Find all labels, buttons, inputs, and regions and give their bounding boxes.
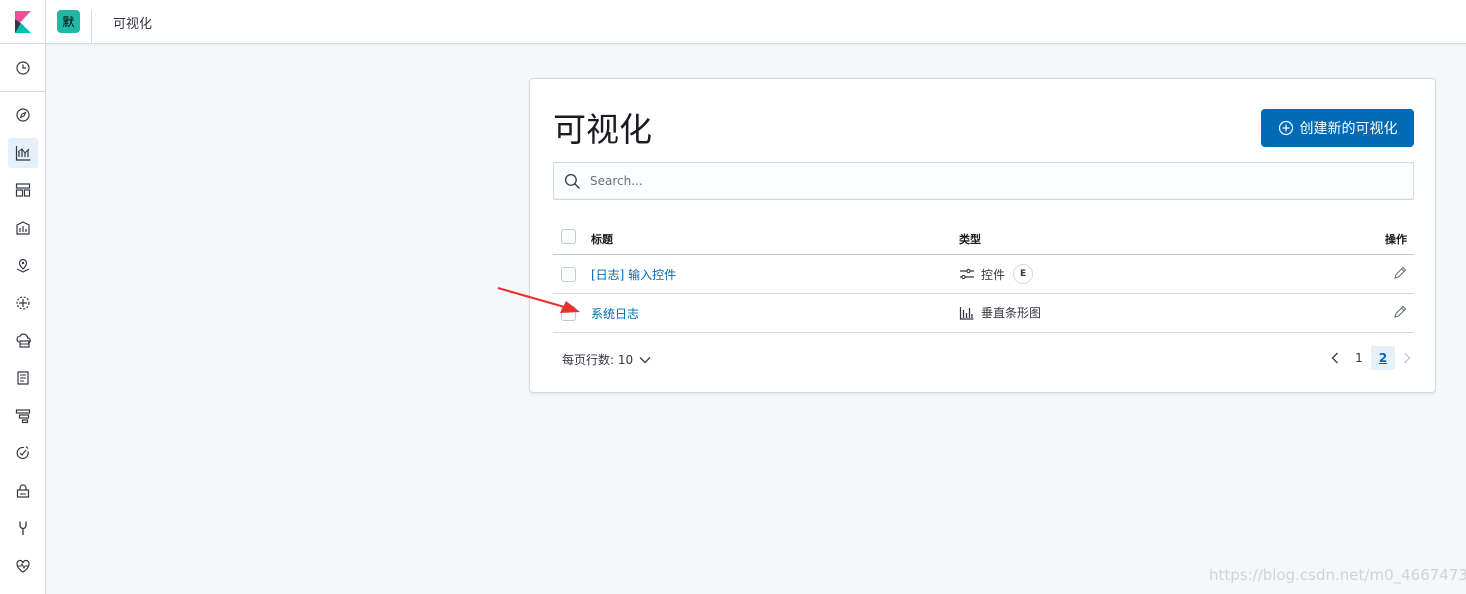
plus-circle-icon (1278, 120, 1293, 136)
recent-icon[interactable] (8, 53, 38, 83)
pencil-icon (1394, 305, 1407, 318)
header-title[interactable]: 标题 (591, 231, 613, 247)
search-field[interactable] (553, 162, 1414, 200)
apm-icon[interactable] (8, 401, 38, 431)
space-avatar[interactable]: 默 (57, 10, 80, 33)
table-row: 系统日志 垂直条形图 (553, 294, 1414, 333)
nav-divider (0, 91, 46, 92)
header-type[interactable]: 类型 (959, 231, 981, 247)
page-title: 可视化 (553, 110, 652, 149)
create-visualization-button[interactable]: 创建新的可视化 (1261, 109, 1414, 147)
canvas-icon[interactable] (8, 213, 38, 243)
table-row: [日志] 输入控件 控件 E (553, 255, 1414, 294)
search-icon (564, 173, 580, 189)
type-label: 控件 (981, 267, 1006, 282)
table-header: 标题 类型 操作 (553, 225, 1414, 255)
create-button-label: 创建新的可视化 (1299, 121, 1398, 137)
type-label: 垂直条形图 (981, 306, 1042, 320)
controls-icon (960, 268, 974, 280)
header-type-label: 类型 (959, 233, 981, 246)
visualize-icon[interactable] (8, 138, 38, 168)
search-input[interactable] (590, 163, 1390, 199)
vertical-bar-icon (959, 306, 974, 320)
divider (91, 10, 92, 44)
kibana-logo[interactable] (0, 0, 46, 44)
discover-icon[interactable] (8, 100, 38, 130)
breadcrumb: 可视化 (113, 17, 153, 32)
edit-button[interactable] (1393, 266, 1407, 283)
infrastructure-icon[interactable] (8, 326, 38, 356)
select-all-checkbox[interactable] (561, 229, 576, 244)
page-button-1[interactable]: 1 (1347, 346, 1371, 370)
header-actions: 操作 (1385, 233, 1407, 246)
side-nav (0, 44, 46, 594)
dev-tools-icon[interactable] (8, 513, 38, 543)
annotation-arrow (497, 286, 580, 313)
monitoring-icon[interactable] (8, 551, 38, 581)
rows-per-page-selector[interactable]: 每页行数: 10 (562, 351, 651, 368)
chevron-down-icon (639, 356, 651, 363)
rows-per-page-label: 每页行数: 10 (562, 353, 634, 367)
chevron-left-icon (1331, 352, 1338, 364)
pagination: 1 2 (1323, 346, 1419, 370)
edit-button[interactable] (1393, 305, 1407, 322)
experimental-badge: E (1013, 264, 1034, 284)
watermark: https://blog.csdn.net/m0_46674735 (1209, 566, 1466, 584)
type-cell: 控件 E (959, 264, 1034, 284)
next-page-button[interactable] (1395, 346, 1419, 370)
kibana-logo-icon (14, 11, 31, 33)
previous-page-button[interactable] (1323, 346, 1347, 370)
siem-lock-icon[interactable] (8, 476, 38, 506)
dashboard-icon[interactable] (8, 175, 38, 205)
visualization-link[interactable]: [日志] 输入控件 (591, 266, 676, 283)
logs-icon[interactable] (8, 363, 38, 393)
page-button-2[interactable]: 2 (1371, 346, 1395, 370)
type-cell: 垂直条形图 (959, 304, 1041, 321)
chevron-right-icon (1404, 352, 1411, 364)
uptime-icon[interactable] (8, 438, 38, 468)
top-bar: 默 可视化 (0, 0, 1466, 44)
pencil-icon (1394, 266, 1407, 279)
ml-icon[interactable] (8, 288, 38, 318)
maps-icon[interactable] (8, 251, 38, 281)
visualization-link[interactable]: 系统日志 (591, 305, 639, 322)
visualize-panel: 可视化 创建新的可视化 标题 类型 操作 [日志] 输入控件 控件 E 系统日志 (529, 78, 1436, 393)
